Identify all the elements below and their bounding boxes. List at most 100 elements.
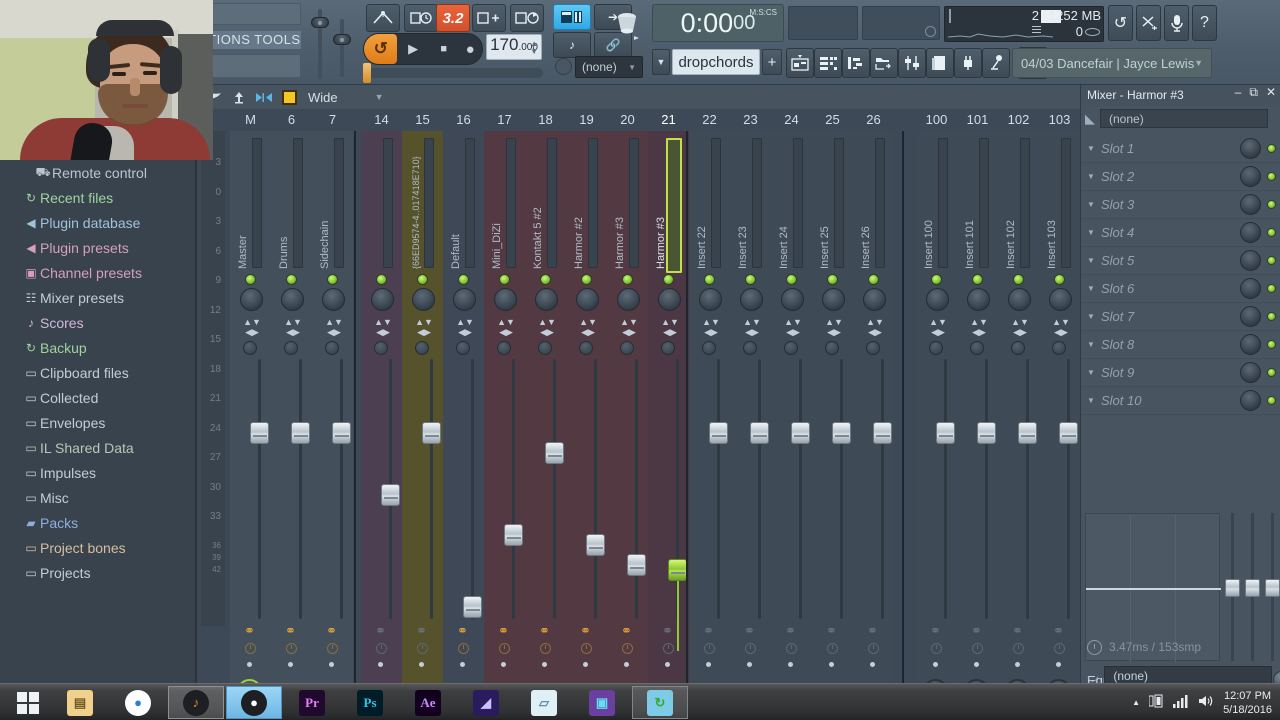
track-fader-slot[interactable]: [758, 359, 761, 619]
mixer-track[interactable]: Drums▲▼◀▶⚭▲: [271, 131, 312, 683]
track-solo-dot[interactable]: [706, 662, 711, 667]
chevron-down-icon[interactable]: ▼: [375, 92, 384, 102]
effect-slot-led[interactable]: [1267, 144, 1276, 153]
project-notes-icon[interactable]: [926, 48, 954, 78]
mixer-track[interactable]: Insert 102 ▲▼ ◀▶ ⚭: [998, 131, 1039, 683]
mixer-track[interactable]: Insert 26▲▼◀▶⚭▲: [853, 131, 894, 683]
track-pan-knob[interactable]: [1008, 288, 1031, 311]
typing-keyboard-icon[interactable]: ♪: [553, 32, 591, 58]
track-enable-led[interactable]: [1054, 274, 1065, 285]
chevron-down-icon[interactable]: ▼: [1081, 172, 1101, 181]
track-name-label[interactable]: Insert 26: [857, 141, 872, 269]
track-stereo-knob[interactable]: [325, 341, 339, 355]
track-fader-slot[interactable]: [635, 359, 638, 619]
effects-panel[interactable]: Mixer - Harmor #3 – ⧉ ✕ ◣ (none) ▼ Slot 1…: [1080, 85, 1280, 710]
track-phase-icon[interactable]: [327, 643, 338, 654]
time-display[interactable]: 0:00 00 M:S:CS: [652, 4, 784, 42]
stop-button[interactable]: ■: [429, 34, 459, 64]
track-pan-knob[interactable]: [781, 288, 804, 311]
track-pan-knob[interactable]: [1049, 288, 1072, 311]
track-stereo-separation-icon[interactable]: ▲▼ ◀▶: [824, 317, 844, 337]
taskbar-sync-icon[interactable]: ↻: [632, 686, 688, 719]
track-fader-slot[interactable]: [1026, 359, 1029, 619]
effect-slot-knob[interactable]: [1240, 278, 1261, 299]
track-solo-dot[interactable]: [933, 662, 938, 667]
eq-fader-mid[interactable]: [1245, 579, 1260, 597]
track-stereo-separation-icon[interactable]: ▲▼ ◀▶: [455, 317, 475, 337]
track-record-arm-icon[interactable]: ⚭: [702, 624, 715, 639]
track-volume-fader[interactable]: [381, 484, 400, 506]
track-pan-knob[interactable]: [412, 288, 435, 311]
track-enable-led[interactable]: [327, 274, 338, 285]
track-enable-led[interactable]: [931, 274, 942, 285]
wheel-icon[interactable]: [612, 6, 642, 44]
track-stereo-separation-icon[interactable]: ▲▼ ◀▶: [537, 317, 557, 337]
track-record-arm-icon[interactable]: ⚭: [784, 624, 797, 639]
browser-item-project-bones[interactable]: ▭ Project bones: [0, 535, 195, 560]
chevron-down-icon[interactable]: ▼: [1081, 368, 1101, 377]
track-fader-slot[interactable]: [1067, 359, 1070, 619]
track-volume-fader[interactable]: [709, 422, 728, 444]
scissors-icon[interactable]: [1136, 5, 1161, 41]
plugin-icon[interactable]: ◣: [1085, 111, 1095, 127]
track-solo-dot[interactable]: [665, 662, 670, 667]
pattern-length-display[interactable]: 3.2: [436, 4, 470, 32]
track-enable-led[interactable]: [786, 274, 797, 285]
track-stereo-separation-icon[interactable]: ▲▼ ◀▶: [283, 317, 303, 337]
mixer-track[interactable]: Insert 24▲▼◀▶⚭▲: [771, 131, 812, 683]
track-fader-slot[interactable]: [471, 359, 474, 619]
output-arrow-icon[interactable]: ◡: [1087, 668, 1098, 684]
track-phase-icon[interactable]: [622, 643, 633, 654]
plugin-picker-icon[interactable]: [954, 48, 982, 78]
effect-slot[interactable]: ▼ Slot 9: [1081, 359, 1280, 387]
chevron-down-icon[interactable]: ▼: [1081, 228, 1101, 237]
track-name-label[interactable]: Harmor #2: [570, 141, 585, 269]
track-pan-knob[interactable]: [240, 288, 263, 311]
browser-item-recent-files[interactable]: ↻ Recent files: [0, 185, 195, 210]
volume-icon[interactable]: [1198, 694, 1214, 711]
snap-icon[interactable]: [366, 4, 400, 32]
track-enable-led[interactable]: [704, 274, 715, 285]
track-volume-fader[interactable]: [1018, 422, 1037, 444]
chevron-down-icon[interactable]: ▼: [1081, 284, 1101, 293]
mixer-track[interactable]: Insert 22▲▼◀▶⚭▲: [689, 131, 730, 683]
chevron-down-icon[interactable]: ▼: [1081, 256, 1101, 265]
track-pan-knob[interactable]: [494, 288, 517, 311]
track-stereo-separation-icon[interactable]: ▲▼ ◀▶: [865, 317, 885, 337]
eq-fader-high[interactable]: [1265, 579, 1280, 597]
preset-field[interactable]: (none): [1100, 109, 1268, 128]
track-record-arm-icon[interactable]: ⚭: [456, 624, 469, 639]
track-stereo-knob[interactable]: [702, 341, 716, 355]
mixer-track[interactable]: Sidechain▲▼◀▶⚭▲: [312, 131, 353, 683]
chevron-down-icon[interactable]: ▼: [1081, 340, 1101, 349]
track-solo-dot[interactable]: [870, 662, 875, 667]
track-pan-knob[interactable]: [658, 288, 681, 311]
track-name-label[interactable]: Drums: [275, 141, 290, 269]
track-enable-led[interactable]: [245, 274, 256, 285]
track-record-arm-icon[interactable]: ⚭: [243, 624, 256, 639]
recording-mode-select[interactable]: (none) ▼: [575, 56, 643, 78]
browser-item-plugin-database[interactable]: ◀ Plugin database: [0, 210, 195, 235]
track-volume-fader[interactable]: [668, 559, 687, 581]
effect-slot[interactable]: ▼ Slot 7: [1081, 303, 1280, 331]
track-stereo-knob[interactable]: [825, 341, 839, 355]
track-stereo-knob[interactable]: [284, 341, 298, 355]
chevron-down-icon[interactable]: ▼: [1081, 312, 1101, 321]
track-volume-fader[interactable]: [627, 554, 646, 576]
browser-item-misc[interactable]: ▭ Misc: [0, 485, 195, 510]
track-phase-icon[interactable]: [417, 643, 428, 654]
maximize-button[interactable]: ⧉: [1249, 85, 1258, 100]
track-name-label[interactable]: Kontakt 5 #2: [529, 141, 544, 269]
track-pan-knob[interactable]: [371, 288, 394, 311]
browser-item-plugin-presets[interactable]: ◀ Plugin presets: [0, 235, 195, 260]
track-name-label[interactable]: Insert 24: [775, 141, 790, 269]
track-phase-icon[interactable]: [376, 643, 387, 654]
track-pan-knob[interactable]: [740, 288, 763, 311]
mixer-track-number[interactable]: 25: [812, 109, 853, 131]
track-volume-fader[interactable]: [545, 442, 564, 464]
taskbar-after-effects-icon[interactable]: Ae: [400, 686, 456, 719]
mixer-track[interactable]: Insert 100 ▲▼ ◀▶ ⚭: [916, 131, 957, 683]
track-stereo-knob[interactable]: [1052, 341, 1066, 355]
track-phase-icon[interactable]: [581, 643, 592, 654]
effect-slot-led[interactable]: [1267, 312, 1276, 321]
